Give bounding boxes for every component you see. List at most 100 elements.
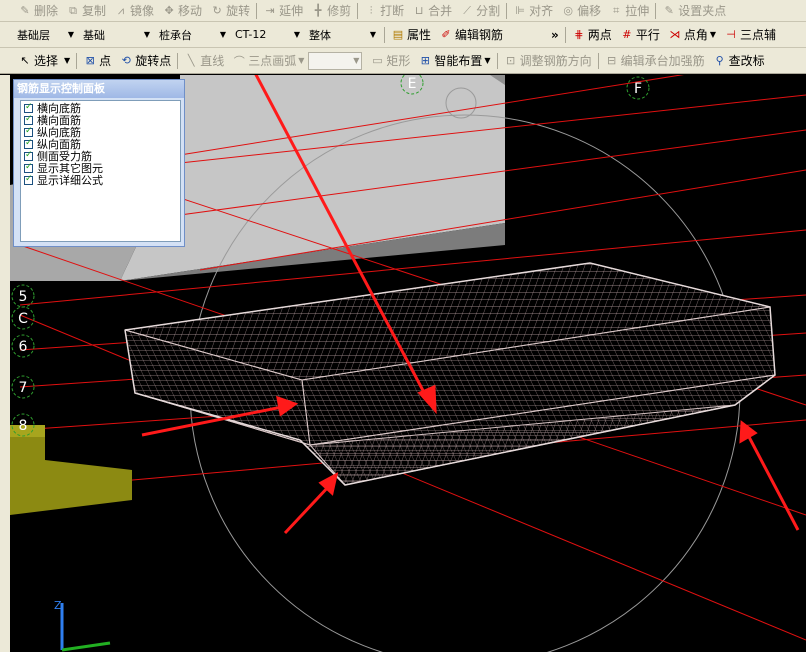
axis-label-f[interactable]: F xyxy=(626,76,650,100)
stretch-icon: ⌗ xyxy=(613,3,620,17)
z-axis-label: Z xyxy=(54,599,62,612)
line-icon: ╲ xyxy=(187,54,195,67)
adjust-direction-icon: ⊡ xyxy=(505,54,516,67)
toolbar-separator xyxy=(177,52,179,69)
chevron-down-icon: ▼ xyxy=(709,30,716,39)
trim-button[interactable]: ╋ 修剪 xyxy=(307,1,355,21)
select-button[interactable]: ↖ 选择 ▼ xyxy=(14,51,74,71)
two-point-icon: ⋕ xyxy=(574,28,584,41)
svg-text:C: C xyxy=(18,311,28,327)
point-angle-button[interactable]: ⋊ 点角 ▼ xyxy=(664,25,720,45)
draw-toolbar: ↖ 选择 ▼ ⊠ 点 ⟲ 旋转点 ╲ 直线 ⌒ 三点画弧 ▼ ▼ ▭ 矩形 ⊞ 智能布置 ▼ ⊡ 调整… xyxy=(0,48,806,74)
split-button[interactable]: ⟋ 分割 xyxy=(456,1,504,21)
rebar-display-panel: 钢筋显示控制面板 横向底筋 横向面筋 纵向底筋 纵向面筋 侧面受力筋 显示其它图… xyxy=(13,79,185,247)
extend-button[interactable]: ⇥ 延伸 xyxy=(259,1,307,21)
rebar-option-list: 横向底筋 横向面筋 纵向底筋 纵向面筋 侧面受力筋 显示其它图元 显示详细公式 xyxy=(20,100,181,242)
properties-icon: ▤ xyxy=(392,28,404,41)
svg-text:7: 7 xyxy=(19,380,28,396)
point-button[interactable]: ⊠ 点 xyxy=(79,51,115,71)
move-icon: ✥ xyxy=(164,4,174,17)
checkbox[interactable] xyxy=(24,114,33,125)
svg-text:6: 6 xyxy=(19,339,28,355)
stretch-button[interactable]: ⌗ 拉伸 xyxy=(605,1,653,21)
align-icon: ⊫ xyxy=(515,4,525,17)
delete-icon: ✎ xyxy=(20,4,30,17)
chevron-down-icon: ▼ xyxy=(353,56,360,65)
axis-label-c[interactable]: C xyxy=(11,306,35,330)
properties-button[interactable]: ▤ 属性 xyxy=(387,25,435,45)
panel-title: 钢筋显示控制面板 xyxy=(14,80,184,98)
adjust-direction-button[interactable]: ⊡ 调整钢筋方向 xyxy=(500,51,596,71)
merge-button[interactable]: ⊔ 合并 xyxy=(408,1,456,21)
arc-option-select[interactable]: ▼ xyxy=(308,51,363,70)
align-button[interactable]: ⊫ 对齐 xyxy=(509,1,557,21)
arc-icon: ⌒ xyxy=(233,54,245,68)
split-icon: ⟋ xyxy=(463,3,471,17)
component-name-select[interactable]: CT-12 ▼ xyxy=(232,26,302,44)
axis-label-6[interactable]: 6 xyxy=(11,334,35,358)
chevron-down-icon: ▼ xyxy=(219,30,226,39)
floor-select[interactable]: 基础层 ▼ xyxy=(14,26,76,44)
edit-cap-icon: ⊟ xyxy=(606,54,617,67)
mirror-button[interactable]: ⩘ 镜像 xyxy=(110,1,158,21)
svg-text:5: 5 xyxy=(19,289,28,305)
edit-rebar-icon: ✐ xyxy=(441,28,451,41)
checkbox[interactable] xyxy=(24,126,33,137)
edit-rebar-button[interactable]: ✐ 编辑钢筋 xyxy=(435,25,507,45)
mode-select[interactable]: 整体 ▼ xyxy=(306,26,378,44)
toolbar-overflow-button[interactable]: » xyxy=(547,25,563,45)
edit-toolbar: ✎ 删除 ⧉ 复制 ⩘ 镜像 ✥ 移动 ↻ 旋转 ⇥ 延伸 ╋ 修剪 ⫶ 打断 ⊔ 合并 ⟋ 分割 … xyxy=(0,0,806,22)
rotate-point-button[interactable]: ⟲ 旋转点 xyxy=(115,51,175,71)
svg-text:F: F xyxy=(634,81,642,97)
copy-icon: ⧉ xyxy=(69,3,77,17)
three-point-icon: ⊣ xyxy=(726,28,736,41)
move-button[interactable]: ✥ 移动 xyxy=(158,1,206,21)
chevron-down-icon: ▼ xyxy=(298,56,305,65)
offset-button[interactable]: ◎ 偏移 xyxy=(557,1,605,21)
smart-layout-icon: ⊞ xyxy=(420,54,431,67)
delete-button[interactable]: ✎ 删除 xyxy=(14,1,62,21)
set-grip-button[interactable]: ✎ 设置夹点 xyxy=(658,1,730,21)
copy-button[interactable]: ⧉ 复制 xyxy=(62,1,110,21)
parallel-button[interactable]: # 平行 xyxy=(616,25,664,45)
break-button[interactable]: ⫶ 打断 xyxy=(360,1,408,21)
checkbox[interactable] xyxy=(24,150,33,161)
component-type-select[interactable]: 桩承台 ▼ xyxy=(156,26,228,44)
toolbar-separator xyxy=(76,52,78,69)
mirror-icon: ⩘ xyxy=(117,3,125,17)
rotate-button[interactable]: ↻ 旋转 xyxy=(206,1,254,21)
axis-label-7[interactable]: 7 xyxy=(11,375,35,399)
svg-text:E: E xyxy=(408,76,417,92)
toolbar-separator xyxy=(357,2,359,19)
checkbox[interactable] xyxy=(24,102,33,113)
extend-icon: ⇥ xyxy=(265,4,275,17)
viewport-left-border xyxy=(0,75,10,652)
point-icon: ⊠ xyxy=(85,54,95,67)
rect-button[interactable]: ▭ 矩形 xyxy=(366,51,414,71)
line-button[interactable]: ╲ 直线 xyxy=(180,51,228,71)
svg-text:8: 8 xyxy=(19,418,28,434)
checkbox[interactable] xyxy=(24,162,33,173)
three-point-button[interactable]: ⊣ 三点辅 xyxy=(720,25,780,45)
arc-button[interactable]: ⌒ 三点画弧 ▼ xyxy=(228,51,308,71)
trim-icon: ╋ xyxy=(314,4,322,17)
category-select[interactable]: 基础 ▼ xyxy=(80,26,152,44)
two-point-button[interactable]: ⋕ 两点 xyxy=(568,25,616,45)
rotate-point-icon: ⟲ xyxy=(121,54,131,67)
toolbar-separator xyxy=(384,26,385,43)
set-grip-icon: ✎ xyxy=(664,4,674,17)
checkbox[interactable] xyxy=(24,138,33,149)
chevron-down-icon: ▼ xyxy=(64,56,71,65)
edit-cap-button[interactable]: ⊟ 编辑承台加强筋 xyxy=(601,51,709,71)
check-label-button[interactable]: ⚲ 查改标 xyxy=(709,51,769,71)
chevron-down-icon: ▼ xyxy=(143,30,150,39)
pile-cap-rebar-cage xyxy=(124,262,776,486)
rectangle-icon: ▭ xyxy=(372,54,383,67)
toolbar-separator xyxy=(506,2,508,19)
smart-layout-button[interactable]: ⊞ 智能布置 ▼ xyxy=(414,51,494,71)
toolbar-separator xyxy=(496,52,498,69)
chevron-down-icon: ▼ xyxy=(484,56,491,65)
break-icon: ⫶ xyxy=(369,3,373,17)
option-show-formula[interactable]: 显示详细公式 xyxy=(21,174,180,187)
checkbox[interactable] xyxy=(24,174,33,185)
